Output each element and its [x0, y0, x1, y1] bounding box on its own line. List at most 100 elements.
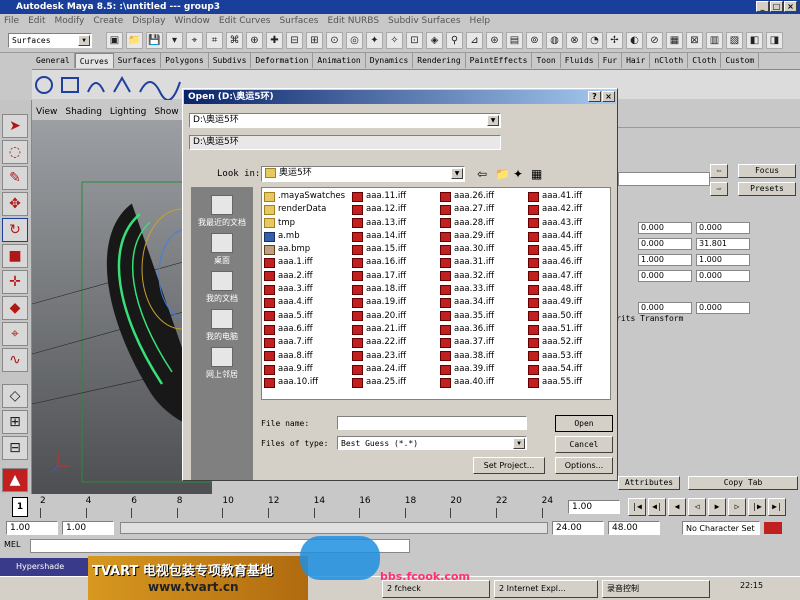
- file-item[interactable]: aaa.16.iff: [352, 256, 406, 269]
- attribute-value-field[interactable]: 0.000: [638, 270, 692, 282]
- show-manip-icon[interactable]: ⌖: [2, 322, 28, 346]
- file-item[interactable]: aaa.9.iff: [264, 363, 345, 376]
- file-item[interactable]: aaa.41.iff: [528, 190, 582, 203]
- place-recent[interactable]: 我最近的文档: [191, 195, 253, 228]
- open-button[interactable]: Open: [555, 415, 613, 432]
- auto-key-icon[interactable]: [764, 522, 782, 534]
- place-my-computer[interactable]: 我的电脑: [191, 309, 253, 342]
- attribute-value-field[interactable]: 0.000: [638, 238, 692, 250]
- chevron-down-icon[interactable]: ▼: [487, 115, 499, 126]
- select-tool-icon[interactable]: ➤: [2, 114, 28, 138]
- file-item[interactable]: aaa.51.iff: [528, 323, 582, 336]
- file-item[interactable]: aaa.18.iff: [352, 283, 406, 296]
- file-item[interactable]: aaa.40.iff: [440, 376, 494, 389]
- file-item[interactable]: aaa.42.iff: [528, 203, 582, 216]
- shelf-tab-subdivs[interactable]: Subdivs: [209, 53, 252, 68]
- file-item[interactable]: aaa.24.iff: [352, 363, 406, 376]
- start-time-field[interactable]: 1.00: [6, 521, 58, 535]
- file-item[interactable]: aaa.25.iff: [352, 376, 406, 389]
- file-item[interactable]: aaa.54.iff: [528, 363, 582, 376]
- toolbar-icon[interactable]: ✦: [366, 32, 383, 49]
- volume-task[interactable]: 录音控制: [602, 580, 710, 598]
- copy-tab-button[interactable]: Copy Tab: [688, 476, 798, 490]
- file-item[interactable]: aaa.10.iff: [264, 376, 345, 389]
- file-item[interactable]: aaa.22.iff: [352, 336, 406, 349]
- current-frame-field[interactable]: 1.00: [568, 500, 620, 514]
- file-item[interactable]: aaa.23.iff: [352, 350, 406, 363]
- attribute-value-field[interactable]: 1.000: [638, 254, 692, 266]
- menu-window[interactable]: Window: [174, 14, 210, 29]
- chevron-down-icon[interactable]: ▼: [451, 168, 463, 179]
- toolbar-icon[interactable]: ⌖: [186, 32, 203, 49]
- viewport-menu-lighting[interactable]: Lighting: [110, 104, 146, 120]
- file-item[interactable]: aaa.44.iff: [528, 230, 582, 243]
- file-item[interactable]: aaa.49.iff: [528, 296, 582, 309]
- place-desktop[interactable]: 桌面: [191, 233, 253, 266]
- node-name-field[interactable]: [618, 172, 710, 186]
- shelf-tab-polygons[interactable]: Polygons: [161, 53, 209, 68]
- file-item[interactable]: aaa.29.iff: [440, 230, 494, 243]
- curve-tool-icon[interactable]: ∿: [2, 348, 28, 372]
- toolbar-icon[interactable]: 💾: [146, 32, 163, 49]
- toolbar-icon[interactable]: ◎: [346, 32, 363, 49]
- file-item[interactable]: aaa.53.iff: [528, 350, 582, 363]
- view-menu-icon[interactable]: ▦: [531, 167, 542, 181]
- shelf-tab-surfaces[interactable]: Surfaces: [114, 53, 162, 68]
- step-back-icon[interactable]: ◀: [668, 498, 686, 516]
- toolbar-icon[interactable]: ◨: [766, 32, 783, 49]
- file-item[interactable]: aaa.36.iff: [440, 323, 494, 336]
- new-folder-icon[interactable]: ✦: [513, 167, 523, 181]
- play-back-icon[interactable]: ◁: [688, 498, 706, 516]
- file-item[interactable]: aaa.34.iff: [440, 296, 494, 309]
- toolbar-icon[interactable]: ▣: [106, 32, 123, 49]
- file-item[interactable]: aaa.39.iff: [440, 363, 494, 376]
- look-in-dropdown[interactable]: 奥运5环 ▼: [261, 166, 465, 182]
- menu-edit[interactable]: Edit: [28, 14, 45, 29]
- back-arrow-icon[interactable]: ⇦: [477, 167, 487, 181]
- shelf-tab-animation[interactable]: Animation: [313, 53, 366, 68]
- go-to-end-icon[interactable]: ▶|: [768, 498, 786, 516]
- file-item[interactable]: aaa.17.iff: [352, 270, 406, 283]
- file-item[interactable]: aaa.47.iff: [528, 270, 582, 283]
- file-list[interactable]: .mayaSwatches renderData tmp a.mb aa.bmp aaa.…: [261, 187, 611, 400]
- hypershade-task[interactable]: Hypershade: [0, 558, 88, 576]
- focus-button[interactable]: Focus: [738, 164, 796, 178]
- menu-surfaces[interactable]: Surfaces: [279, 14, 318, 29]
- file-item[interactable]: aaa.32.iff: [440, 270, 494, 283]
- toolbar-icon[interactable]: 📁: [126, 32, 143, 49]
- file-name-input[interactable]: [337, 416, 527, 430]
- file-item[interactable]: aaa.11.iff: [352, 190, 406, 203]
- menu-file[interactable]: File: [4, 14, 19, 29]
- toolbar-icon[interactable]: ▦: [666, 32, 683, 49]
- toolbar-icon[interactable]: ◍: [546, 32, 563, 49]
- file-item[interactable]: aaa.13.iff: [352, 217, 406, 230]
- current-frame-marker[interactable]: 1: [12, 497, 28, 517]
- toolbar-icon[interactable]: ◐: [626, 32, 643, 49]
- shelf-tab-deformation[interactable]: Deformation: [251, 53, 314, 68]
- file-item[interactable]: aaa.38.iff: [440, 350, 494, 363]
- file-item[interactable]: aaa.55.iff: [528, 376, 582, 389]
- shelf-tab-fluids[interactable]: Fluids: [561, 53, 599, 68]
- menu-help[interactable]: Help: [470, 14, 491, 29]
- help-button[interactable]: ?: [588, 91, 601, 102]
- file-item[interactable]: aaa.52.iff: [528, 336, 582, 349]
- ie-task[interactable]: 2 Internet Expl...: [494, 580, 598, 598]
- toolbar-icon[interactable]: ✢: [606, 32, 623, 49]
- file-item[interactable]: aaa.30.iff: [440, 243, 494, 256]
- menu-create[interactable]: Create: [93, 14, 123, 29]
- files-of-type-dropdown[interactable]: Best Guess (*.*) ▼: [337, 436, 527, 450]
- chevron-down-icon[interactable]: ▼: [78, 35, 90, 46]
- menu-display[interactable]: Display: [132, 14, 165, 29]
- viewport-menu-shading[interactable]: Shading: [65, 104, 102, 120]
- file-item[interactable]: aaa.14.iff: [352, 230, 406, 243]
- file-item[interactable]: aaa.1.iff: [264, 256, 345, 269]
- viewport-menu-show[interactable]: Show: [154, 104, 178, 120]
- end-time-field[interactable]: 48.00: [608, 521, 660, 535]
- toolbar-icon[interactable]: ⊛: [486, 32, 503, 49]
- shelf-tab-curves[interactable]: Curves: [74, 53, 114, 68]
- toolbar-icon[interactable]: ⊿: [466, 32, 483, 49]
- shelf-curve-tools[interactable]: [32, 70, 192, 101]
- toolbar-icon[interactable]: ⊘: [646, 32, 663, 49]
- toolbar-icon[interactable]: ▾: [166, 32, 183, 49]
- file-item[interactable]: aaa.37.iff: [440, 336, 494, 349]
